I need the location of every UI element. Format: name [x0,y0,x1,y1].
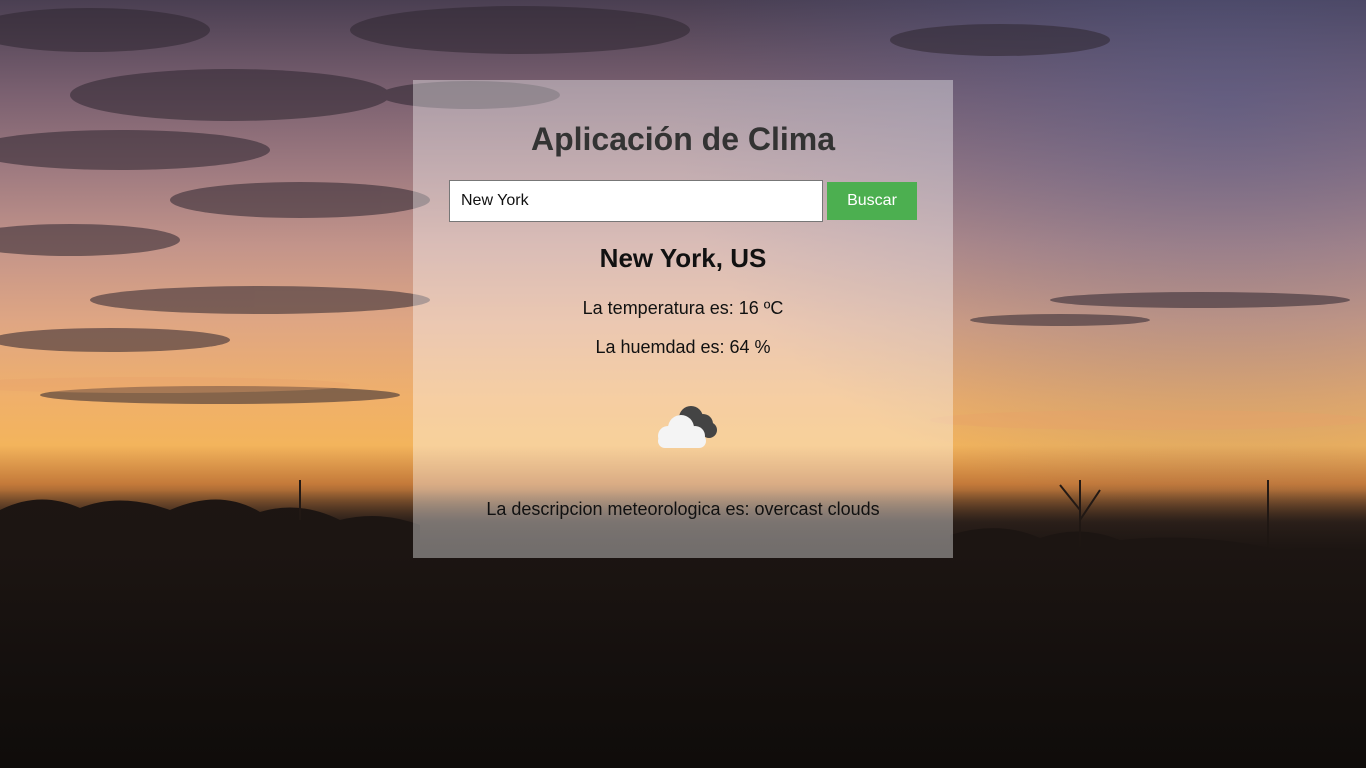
overcast-clouds-icon [658,406,717,448]
city-search-input[interactable] [449,180,823,222]
location-heading: New York, US [599,243,767,273]
weather-description-text: La descripcion meteorologica es: overcas… [486,499,880,519]
search-bar: Buscar [449,180,917,222]
humidity-text: La huemdad es: 64 % [595,337,771,357]
page-title: Aplicación de Clima [530,121,836,157]
search-button[interactable]: Buscar [827,182,917,220]
temperature-text: La temperatura es: 16 ºC [582,298,784,318]
weather-card: Aplicación de Clima Buscar New York, US … [413,80,953,558]
